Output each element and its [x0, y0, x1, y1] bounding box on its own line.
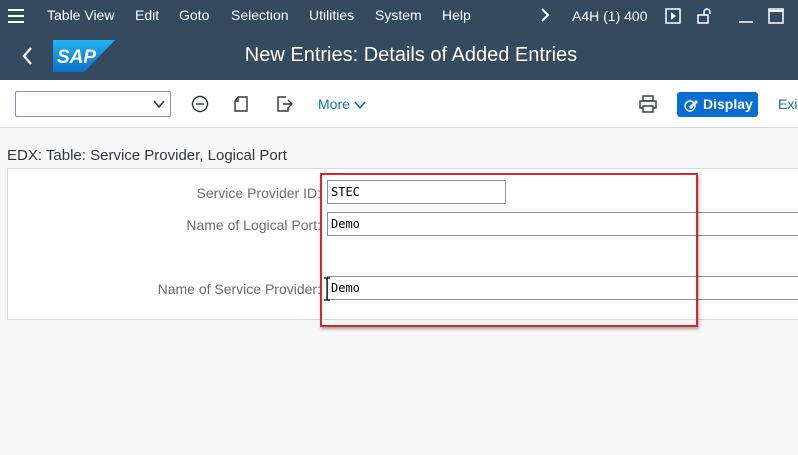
logical-port-label: Name of Logical Port:: [186, 217, 321, 233]
print-icon[interactable]: [638, 94, 658, 114]
menu-help[interactable]: Help: [442, 7, 471, 23]
chevron-right-icon[interactable]: [539, 7, 551, 23]
title-bar: SAP New Entries: Details of Added Entrie…: [0, 32, 798, 80]
page-title: New Entries: Details of Added Entries: [244, 44, 578, 66]
menu-system[interactable]: System: [375, 7, 422, 23]
unlock-icon[interactable]: [696, 8, 712, 24]
menu-utilities[interactable]: Utilities: [309, 7, 354, 23]
toolbar: More Display Exi: [0, 80, 798, 128]
chevron-down-icon: [354, 101, 366, 110]
more-label: More: [318, 96, 350, 112]
dropdown-icon[interactable]: [152, 97, 166, 111]
service-provider-id-field[interactable]: STEC: [327, 180, 506, 204]
minus-circle-icon[interactable]: [190, 94, 210, 114]
text-cursor-icon: [324, 277, 330, 301]
service-provider-name-label: Name of Service Provider:: [157, 281, 321, 297]
new-entry-icon[interactable]: [232, 94, 252, 114]
play-icon[interactable]: [665, 8, 681, 24]
more-button[interactable]: More: [318, 96, 366, 112]
section-title: EDX: Table: Service Provider, Logical Po…: [7, 147, 287, 164]
display-label: Display: [703, 96, 753, 112]
export-icon[interactable]: [274, 94, 294, 114]
menu-icon[interactable]: [8, 9, 24, 23]
menu-selection[interactable]: Selection: [231, 7, 289, 23]
minimize-icon[interactable]: [738, 8, 754, 24]
service-provider-id-label: Service Provider ID:: [196, 185, 321, 201]
service-provider-name-field[interactable]: Demo: [327, 276, 798, 300]
menu-table-view[interactable]: Table View: [47, 7, 114, 23]
exit-button[interactable]: Exi: [778, 96, 797, 112]
command-field[interactable]: [15, 91, 171, 117]
system-info: A4H (1) 400: [572, 8, 648, 24]
menu-goto[interactable]: Goto: [179, 7, 209, 23]
display-pencil-icon: [684, 100, 698, 112]
menu-edit[interactable]: Edit: [135, 7, 159, 23]
logical-port-field[interactable]: Demo: [327, 212, 798, 236]
display-button[interactable]: Display: [677, 92, 758, 117]
menu-bar: Table View Edit Goto Selection Utilities…: [0, 0, 798, 32]
maximize-icon[interactable]: [768, 8, 784, 24]
